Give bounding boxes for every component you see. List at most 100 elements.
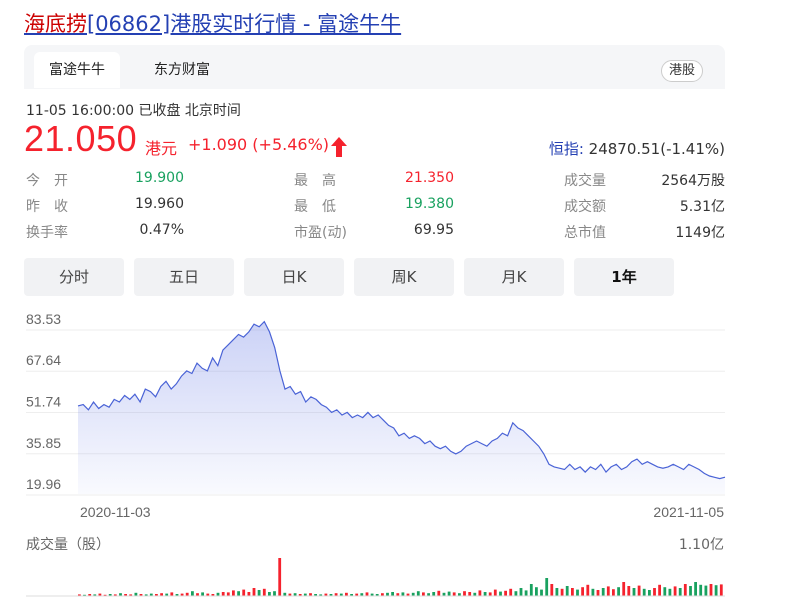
volume-bar <box>648 590 651 596</box>
volume-max-label: 1.10亿 <box>679 537 724 553</box>
volume-bar <box>606 586 610 596</box>
volume-bar <box>483 592 487 596</box>
volume-bar <box>365 592 369 596</box>
price-row: 21.050 港元 +1.090 (+5.46%) 恒指: 24870.51(-… <box>24 118 725 162</box>
volume-bar <box>201 592 204 596</box>
volume-bar <box>468 592 472 596</box>
volume-bar <box>463 591 466 596</box>
volume-bar <box>257 590 261 596</box>
volume-bar <box>519 588 523 596</box>
volume-bar <box>617 587 620 596</box>
volume-bar <box>221 592 225 596</box>
stat-value-turnover-amount: 5.31亿 <box>679 199 725 215</box>
volume-bar <box>529 584 533 596</box>
page-title[interactable]: 海底捞[06862]港股实时行情 - 富途牛牛 <box>24 8 401 38</box>
volume-bar <box>627 586 631 596</box>
volume-bar <box>170 592 174 596</box>
volume-bar <box>642 588 646 596</box>
stat-value-prev-close: 19.960 <box>135 196 184 212</box>
y-tick-label: 19.96 <box>26 476 61 492</box>
stat-label-volume: 成交量 <box>564 173 606 189</box>
volume-bar <box>504 590 507 596</box>
volume-bar <box>612 589 615 596</box>
volume-bar <box>268 592 271 596</box>
market-badge: 港股 <box>660 60 703 82</box>
volume-bar <box>581 587 584 596</box>
volume-bar <box>663 587 667 596</box>
index-quote[interactable]: 恒指: 24870.51(-1.41%) <box>549 138 725 159</box>
volume-bar <box>452 592 456 596</box>
x-tick-label-start: 2020-11-03 <box>80 504 151 520</box>
volume-bar <box>714 585 718 596</box>
volume-bar <box>535 587 538 596</box>
volume-bar <box>545 578 549 596</box>
stat-label-low: 最 低 <box>294 199 336 215</box>
volume-bar <box>653 588 656 596</box>
stat-value-open: 19.900 <box>135 170 184 186</box>
period-intraday-button[interactable]: 分时 <box>24 258 124 296</box>
volume-bar <box>586 584 590 596</box>
volume-bar <box>478 590 482 596</box>
period-monthly-k-button[interactable]: 月K <box>464 258 564 296</box>
volume-bar <box>658 584 661 596</box>
volume-bar <box>704 585 708 596</box>
y-tick-label: 51.74 <box>26 394 61 410</box>
volume-bar <box>565 586 569 596</box>
volume-bar <box>637 585 641 596</box>
stat-value-low: 19.380 <box>405 196 454 212</box>
title-rest: [06862]港股实时行情 - 富途牛牛 <box>87 12 402 36</box>
volume-label: 成交量（股） <box>26 536 110 553</box>
volume-bar <box>719 584 723 596</box>
volume-bar <box>601 588 605 596</box>
volume-bar <box>514 591 518 596</box>
index-value: 24870.51(-1.41%) <box>588 140 725 158</box>
volume-bar <box>622 582 626 596</box>
time-info: 11-05 16:00:00 已收盘 北京时间 <box>26 103 241 119</box>
stat-value-pe: 69.95 <box>413 222 454 238</box>
stat-label-turnover-amount: 成交额 <box>564 199 606 215</box>
volume-bar <box>555 588 559 596</box>
volume-bar <box>596 590 600 596</box>
volume-bar <box>591 588 595 596</box>
tab-futu[interactable]: 富途牛牛 <box>34 52 120 88</box>
period-1year-button[interactable]: 1年 <box>574 258 674 296</box>
stat-value-market-cap: 1149亿 <box>675 225 725 241</box>
volume-bar <box>416 591 420 596</box>
period-weekly-k-button[interactable]: 周K <box>354 258 454 296</box>
currency-label: 港元 <box>145 139 178 158</box>
period-selector: 分时 五日 日K 周K 月K 1年 <box>24 258 725 296</box>
y-tick-label: 35.85 <box>26 435 61 451</box>
stat-label-turnover-rate: 换手率 <box>26 225 68 241</box>
volume-bar <box>560 588 564 596</box>
volume-bar <box>191 591 194 596</box>
stat-label-high: 最 高 <box>294 173 336 189</box>
volume-bar <box>422 592 425 596</box>
y-tick-label: 67.64 <box>26 352 61 368</box>
volume-bar <box>262 588 266 596</box>
period-daily-k-button[interactable]: 日K <box>244 258 344 296</box>
stat-value-volume: 2564万股 <box>661 173 725 189</box>
price-change: +1.090 (+5.46%) <box>188 135 330 154</box>
index-label: 恒指: <box>548 140 584 158</box>
volume-bar <box>273 591 276 596</box>
period-5day-button[interactable]: 五日 <box>134 258 234 296</box>
volume-bar <box>524 590 528 596</box>
volume-bar <box>232 590 235 596</box>
volume-bar <box>673 586 677 596</box>
volume-bar <box>694 582 697 596</box>
volume-bar <box>237 591 240 596</box>
tab-eastmoney[interactable]: 东方财富 <box>136 52 228 88</box>
price-chart[interactable]: 83.53 67.64 51.74 35.85 19.96 2020-11-03 202… <box>0 296 789 616</box>
volume-bar <box>632 588 636 596</box>
volume-bar <box>493 589 497 596</box>
stat-label-open: 今 开 <box>26 173 68 189</box>
volume-bar <box>571 588 574 596</box>
volume-bar <box>509 588 513 596</box>
price-area <box>78 321 725 494</box>
volume-bar <box>668 588 672 596</box>
volume-bars <box>78 558 723 596</box>
y-axis-ticks: 83.53 67.64 51.74 35.85 19.96 <box>26 311 61 492</box>
volume-bar <box>499 591 502 596</box>
volume-bar <box>576 589 579 596</box>
stat-label-market-cap: 总市值 <box>564 225 606 241</box>
